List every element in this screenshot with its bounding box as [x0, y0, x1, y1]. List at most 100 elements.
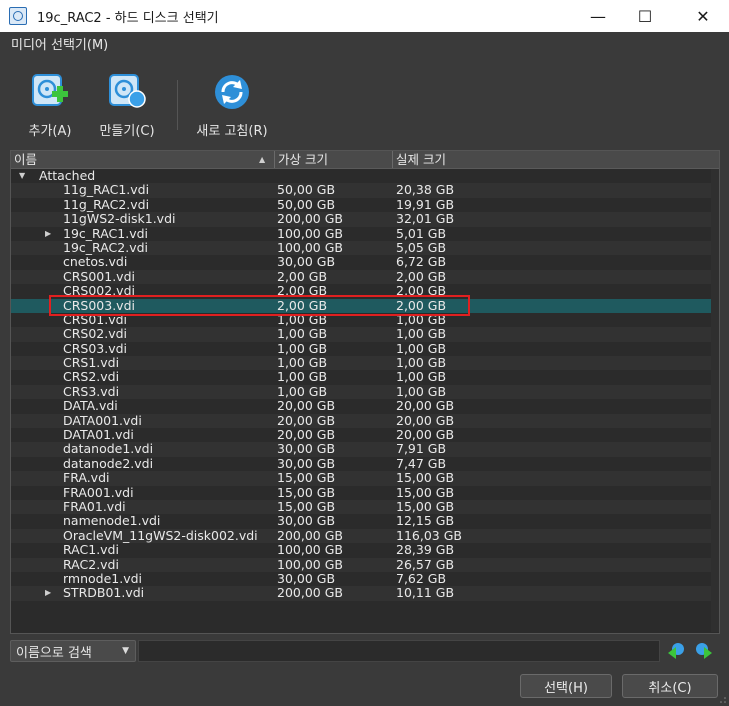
sort-ascending-icon: ▲	[259, 155, 266, 164]
cell-name: OracleVM_11gWS2-disk002.vdi	[63, 527, 258, 543]
cancel-button[interactable]: 취소(C)	[622, 674, 718, 698]
cell-name: 11g_RAC2.vdi	[63, 196, 150, 212]
table-row[interactable]: datanode1.vdi 30,00 GB 7,91 GB	[11, 441, 719, 457]
table-row[interactable]: ▶ 19c_RAC1.vdi 100,00 GB 5,01 GB	[11, 225, 719, 241]
search-mode-label: 이름으로 검색	[16, 645, 92, 661]
select-button[interactable]: 선택(H)	[520, 674, 612, 698]
menu-media-selector[interactable]: 미디어 선택기(M)	[11, 34, 108, 53]
table-row[interactable]: FRA01.vdi 15,00 GB 15,00 GB	[11, 498, 719, 515]
cell-virtual: 1,00 GB	[277, 326, 328, 342]
search-previous-button[interactable]	[666, 641, 686, 661]
close-button[interactable]: ✕	[680, 0, 726, 32]
table-row[interactable]: datanode2.vdi 30,00 GB 7,47 GB	[11, 455, 719, 471]
search-next-button[interactable]	[694, 641, 714, 661]
table-row[interactable]: 19c_RAC2.vdi 100,00 GB 5,05 GB	[11, 240, 719, 256]
table-row[interactable]: DATA.vdi 20,00 GB 20,00 GB	[11, 398, 719, 414]
cell-virtual: 50,00 GB	[277, 182, 336, 198]
minimize-button[interactable]: —	[575, 0, 621, 32]
cell-name: 19c_RAC1.vdi	[63, 225, 148, 241]
table-row[interactable]: RAC1.vdi 100,00 GB 28,39 GB	[11, 542, 719, 558]
cell-actual: 15,00 GB	[396, 470, 455, 486]
disk-create-icon	[107, 72, 147, 112]
table-row[interactable]: 11g_RAC2.vdi 50,00 GB 19,91 GB	[11, 196, 719, 212]
cell-name: 11g_RAC1.vdi	[63, 182, 150, 198]
group-label: Attached	[39, 168, 96, 183]
table-row[interactable]: FRA001.vdi 15,00 GB 15,00 GB	[11, 484, 719, 500]
create-disk-button[interactable]: 만들기(C)	[86, 58, 168, 139]
cell-actual: 20,00 GB	[396, 398, 455, 414]
expand-arrow-icon[interactable]: ▶	[45, 586, 51, 600]
table-row[interactable]: 11g_RAC1.vdi 50,00 GB 20,38 GB	[11, 182, 719, 198]
cell-virtual: 15,00 GB	[277, 470, 336, 486]
column-header-name[interactable]: 이름	[11, 151, 275, 168]
table-row[interactable]: CRS001.vdi 2,00 GB 2,00 GB	[11, 268, 719, 285]
tree-header: 이름 ▲ 가상 크기 실제 크기	[11, 151, 719, 169]
search-next-icon	[696, 643, 712, 659]
toolbar-separator	[177, 80, 178, 130]
cell-name: CRS001.vdi	[63, 268, 135, 284]
cell-virtual: 1,00 GB	[277, 369, 328, 385]
cell-virtual: 200,00 GB	[277, 585, 343, 601]
table-row[interactable]: CRS3.vdi 1,00 GB 1,00 GB	[11, 383, 719, 400]
disk-tree[interactable]: 이름 ▲ 가상 크기 실제 크기 ▼ Attached 11g_RAC1.vdi…	[10, 150, 720, 634]
cell-virtual: 50,00 GB	[277, 196, 336, 212]
cell-name: FRA001.vdi	[63, 484, 134, 500]
column-header-actual-size[interactable]: 실제 크기	[392, 151, 719, 168]
cell-virtual: 30,00 GB	[277, 455, 336, 471]
cell-name: FRA01.vdi	[63, 498, 126, 514]
table-row[interactable]: CRS03.vdi 1,00 GB 1,00 GB	[11, 340, 719, 356]
cell-name: CRS3.vdi	[63, 383, 120, 399]
cell-actual: 10,11 GB	[396, 585, 455, 601]
column-header-virtual-size[interactable]: 가상 크기	[274, 151, 393, 168]
table-row[interactable]: DATA01.vdi 20,00 GB 20,00 GB	[11, 427, 719, 443]
cell-name: FRA.vdi	[63, 470, 110, 486]
table-row[interactable]: ▶ STRDB01.vdi 200,00 GB 10,11 GB	[11, 585, 719, 601]
expand-arrow-icon[interactable]: ▶	[45, 227, 51, 241]
cell-virtual: 20,00 GB	[277, 398, 336, 414]
cell-virtual: 1,00 GB	[277, 340, 328, 356]
title-bar: 19c_RAC2 - 하드 디스크 선택기 — ☐ ✕	[0, 0, 729, 32]
cell-actual: 15,00 GB	[396, 498, 455, 514]
refresh-button[interactable]: 새로 고침(R)	[191, 58, 273, 139]
cell-actual: 2,00 GB	[396, 268, 447, 284]
search-bar: 이름으로 검색 ▼	[10, 640, 718, 664]
cell-actual: 28,39 GB	[396, 542, 455, 558]
table-row[interactable]: cnetos.vdi 30,00 GB 6,72 GB	[11, 254, 719, 269]
vertical-scrollbar[interactable]	[711, 169, 719, 632]
chevron-down-icon: ▼	[122, 646, 129, 656]
maximize-button[interactable]: ☐	[622, 0, 668, 32]
add-disk-button[interactable]: 추가(A)	[9, 58, 91, 139]
virtualbox-app-icon	[9, 7, 27, 25]
cell-virtual: 20,00 GB	[277, 427, 336, 443]
cell-actual: 116,03 GB	[396, 527, 462, 543]
table-row[interactable]: OracleVM_11gWS2-disk002.vdi 200,00 GB 116,…	[11, 527, 719, 544]
resize-grip-icon[interactable]	[719, 696, 727, 704]
collapse-arrow-icon[interactable]: ▼	[19, 169, 25, 183]
cell-actual: 7,47 GB	[396, 455, 447, 471]
toolbar: 추가(A) 만들기(C) 새로 고침(R)	[0, 58, 729, 139]
search-mode-combo[interactable]: 이름으로 검색 ▼	[10, 640, 136, 662]
table-row[interactable]: 11gWS2-disk1.vdi 200,00 GB 32,01 GB	[11, 211, 719, 227]
table-row[interactable]: FRA.vdi 15,00 GB 15,00 GB	[11, 470, 719, 486]
cell-name: datanode1.vdi	[63, 441, 154, 457]
table-row[interactable]: DATA001.vdi 20,00 GB 20,00 GB	[11, 412, 719, 429]
table-row[interactable]: CRS02.vdi 1,00 GB 1,00 GB	[11, 326, 719, 342]
cell-name: 11gWS2-disk1.vdi	[63, 211, 176, 227]
cell-actual: 1,00 GB	[396, 369, 447, 385]
search-input[interactable]	[138, 640, 660, 662]
cell-actual: 20,00 GB	[396, 412, 455, 428]
cell-virtual: 15,00 GB	[277, 498, 336, 514]
cell-name: CRS1.vdi	[63, 355, 120, 371]
menu-bar: 미디어 선택기(M)	[0, 33, 729, 53]
group-row-attached[interactable]: ▼ Attached	[11, 168, 719, 183]
cell-actual: 7,62 GB	[396, 570, 447, 586]
table-row[interactable]: namenode1.vdi 30,00 GB 12,15 GB	[11, 513, 719, 528]
create-disk-label: 만들기(C)	[99, 124, 155, 139]
table-row[interactable]: RAC2.vdi 100,00 GB 26,57 GB	[11, 557, 719, 572]
table-row[interactable]: rmnode1.vdi 30,00 GB 7,62 GB	[11, 570, 719, 586]
disk-add-icon	[30, 72, 70, 112]
table-row[interactable]: CRS1.vdi 1,00 GB 1,00 GB	[11, 355, 719, 371]
cell-actual: 5,01 GB	[396, 225, 447, 241]
cell-actual: 1,00 GB	[396, 355, 447, 371]
table-row[interactable]: CRS2.vdi 1,00 GB 1,00 GB	[11, 369, 719, 385]
